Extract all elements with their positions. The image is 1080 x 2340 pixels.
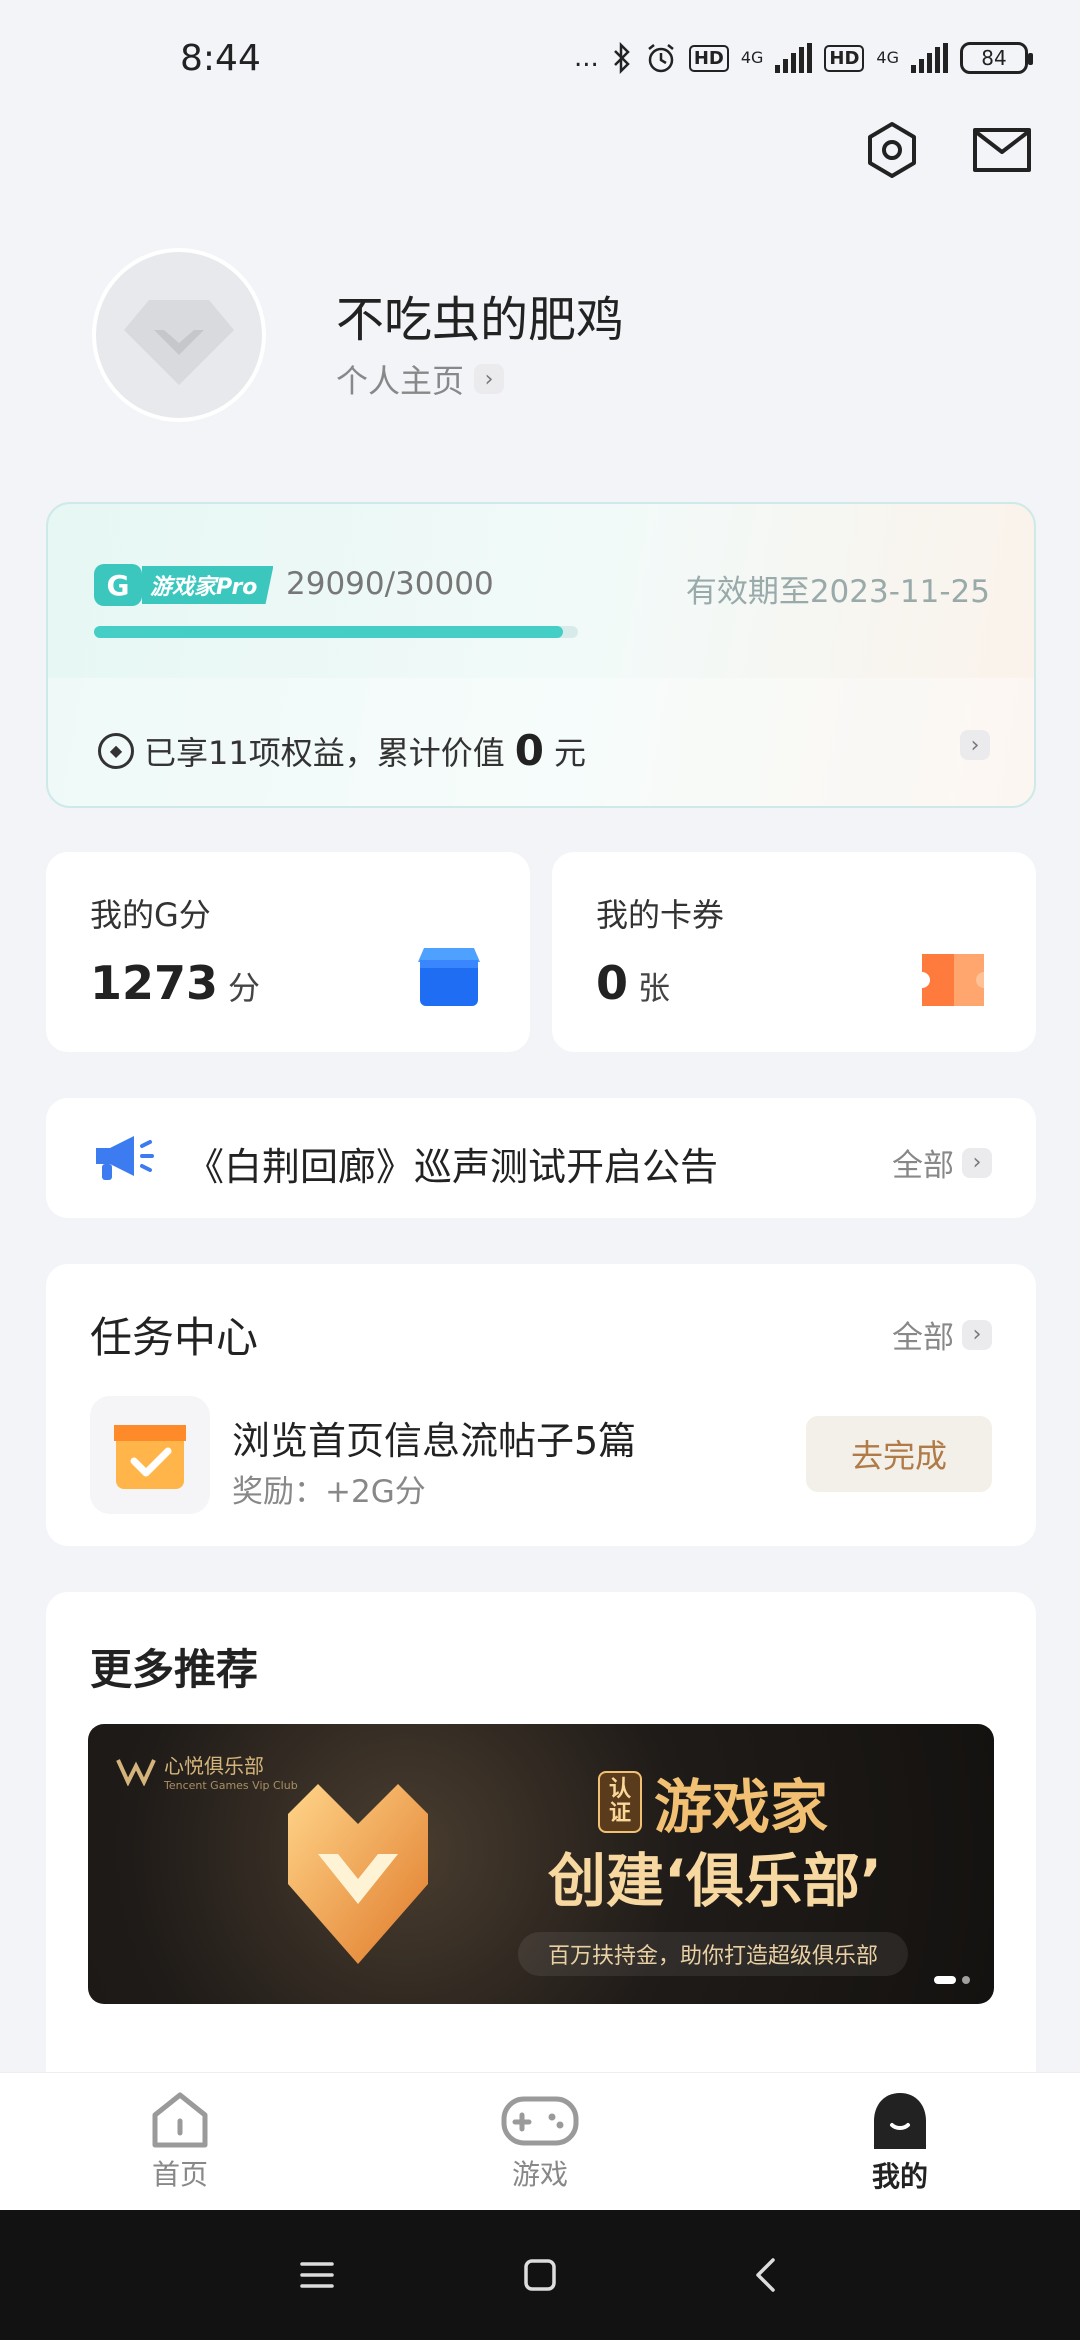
gpoints-label: 我的G分 xyxy=(90,896,211,934)
home-system-button[interactable] xyxy=(515,2250,565,2300)
banner-subtitle: 百万扶持金，助你打造超级俱乐部 xyxy=(518,1932,909,1976)
profile-homepage-link[interactable]: 个人主页 › xyxy=(336,356,505,402)
settings-hexagon-icon xyxy=(868,122,916,178)
club-name: 心悦俱乐部 xyxy=(164,1754,264,1778)
signal-icon-2 xyxy=(911,43,948,73)
task-center-title: 任务中心 xyxy=(90,1313,259,1362)
megaphone-icon xyxy=(96,1136,154,1180)
avatar[interactable] xyxy=(92,248,266,422)
task-reward: 奖励：+2G分 xyxy=(232,1474,426,1510)
user-profile-icon xyxy=(874,2093,926,2149)
coupons-unit: 张 xyxy=(638,969,671,1007)
pro-badge: G 游戏家Pro xyxy=(94,564,274,606)
chevron-right-icon: › xyxy=(962,1147,992,1178)
back-arrow-icon xyxy=(756,2258,775,2292)
diamond-avatar-icon xyxy=(124,300,234,385)
banner-pagination xyxy=(934,1976,970,1984)
mail-icon xyxy=(973,128,1031,172)
bottom-nav: 首页 游戏 我的 xyxy=(0,2072,1080,2210)
benefits-prefix: 已享11项权益，累计价值 xyxy=(144,733,505,772)
status-time: 8:44 xyxy=(180,38,261,79)
username: 不吃虫的肥鸡 xyxy=(336,292,625,348)
announcement-text: 《白荆回廊》巡声测试开启公告 xyxy=(186,1145,719,1189)
back-button[interactable] xyxy=(740,2250,790,2300)
task-icon xyxy=(90,1396,210,1514)
hd-badge-2: HD xyxy=(824,44,865,72)
shop-box-icon xyxy=(418,948,480,1006)
network-label: 4G xyxy=(740,48,764,67)
alarm-icon xyxy=(648,44,674,73)
more-recommend-title: 更多推荐 xyxy=(90,1645,259,1694)
pro-progress-fill xyxy=(94,626,564,638)
nav-mine[interactable]: 我的 xyxy=(820,2091,980,2195)
menu-lines-icon xyxy=(300,2262,334,2288)
pagination-dot xyxy=(962,1976,970,1984)
pro-score: 29090/30000 xyxy=(286,566,494,602)
benefits-unit: 元 xyxy=(553,733,586,772)
pro-expire-date: 有效期至2023-11-25 xyxy=(685,574,990,610)
go-complete-button[interactable]: 去完成 xyxy=(806,1416,992,1492)
chevron-right-icon: › xyxy=(474,364,505,394)
nav-mine-label: 我的 xyxy=(871,2160,928,2193)
pro-progress-bar xyxy=(94,626,578,638)
gamepad-icon xyxy=(501,2096,579,2146)
coupons-value: 0 xyxy=(596,956,629,1010)
announcement-bar[interactable]: 《白荆回廊》巡声测试开启公告 全部 › xyxy=(46,1098,1036,1218)
signal-icon xyxy=(775,43,813,73)
benefits-value: 0 xyxy=(514,726,544,775)
more-recommend-card: 更多推荐 心悦俱乐部 Tencent Games Vip Club 认证 游戏家 … xyxy=(46,1592,1036,2092)
club-crown-icon xyxy=(116,1759,156,1786)
diamond-outline-icon: ◆ xyxy=(98,732,134,769)
profile-homepage-label: 个人主页 xyxy=(336,362,465,400)
battery-level: 84 xyxy=(981,46,1007,70)
task-center-card: 任务中心 全部 › 浏览首页信息流帖子5篇 奖励：+2G分 去完成 xyxy=(46,1264,1036,1546)
nav-home[interactable]: 首页 xyxy=(100,2091,260,2193)
more-dots-icon: ... xyxy=(574,43,599,73)
gpoints-unit: 分 xyxy=(228,969,261,1007)
checkbox-task-icon xyxy=(114,1425,186,1489)
nav-games-label: 游戏 xyxy=(511,2158,568,2191)
nav-games[interactable]: 游戏 xyxy=(460,2091,620,2193)
coupons-card[interactable]: 我的卡券 0 张 xyxy=(552,852,1036,1052)
bluetooth-icon xyxy=(613,42,630,74)
settings-button[interactable] xyxy=(862,120,922,180)
nav-home-label: 首页 xyxy=(151,2158,208,2191)
task-name: 浏览首页信息流帖子5篇 xyxy=(232,1419,637,1463)
status-icons: ... HD 4G HD 4G 84 xyxy=(574,42,1033,74)
battery-icon: 84 xyxy=(960,42,1033,74)
system-nav-bar xyxy=(0,2210,1080,2340)
square-home-icon xyxy=(524,2259,556,2291)
banner-title-1: 认证 游戏家 xyxy=(598,1760,828,1844)
certified-badge: 认证 xyxy=(598,1771,642,1833)
task-center-all-link[interactable]: 全部 › xyxy=(892,1312,992,1357)
network-label-2: 4G xyxy=(876,48,899,67)
pro-membership-card[interactable]: G 游戏家Pro 29090/30000 有效期至2023-11-25 ◆ 已享… xyxy=(46,502,1036,808)
shield-emblem-icon xyxy=(288,1784,428,1964)
recents-button[interactable] xyxy=(292,2250,342,2300)
pro-benefits[interactable]: ◆ 已享11项权益，累计价值 0 元 xyxy=(98,726,586,775)
gpoints-value: 1273 xyxy=(90,956,219,1010)
banner-title-1-text: 游戏家 xyxy=(654,1773,829,1841)
announcement-all-link[interactable]: 全部 › xyxy=(892,1140,992,1185)
coupons-label: 我的卡券 xyxy=(596,896,725,934)
chevron-right-icon[interactable]: › xyxy=(960,730,990,760)
task-center-all-label: 全部 xyxy=(892,1320,954,1356)
chevron-right-icon: › xyxy=(962,1319,992,1350)
messages-button[interactable] xyxy=(972,120,1032,180)
pagination-dot-active xyxy=(934,1976,956,1984)
pro-logo-icon: G xyxy=(94,564,142,606)
ticket-icon xyxy=(922,954,984,1006)
pro-badge-label: 游戏家Pro xyxy=(142,566,274,604)
hd-badge: HD xyxy=(688,44,729,72)
coupons-value-row: 0 张 xyxy=(596,956,670,1010)
gpoints-card[interactable]: 我的G分 1273 分 xyxy=(46,852,530,1052)
announcement-all-label: 全部 xyxy=(892,1148,954,1184)
gpoints-value-row: 1273 分 xyxy=(90,956,260,1010)
recommend-banner[interactable]: 心悦俱乐部 Tencent Games Vip Club 认证 游戏家 创建‘俱乐… xyxy=(88,1724,994,2004)
banner-title-2: 创建‘俱乐部’ xyxy=(548,1847,883,1915)
home-icon xyxy=(152,2092,208,2148)
